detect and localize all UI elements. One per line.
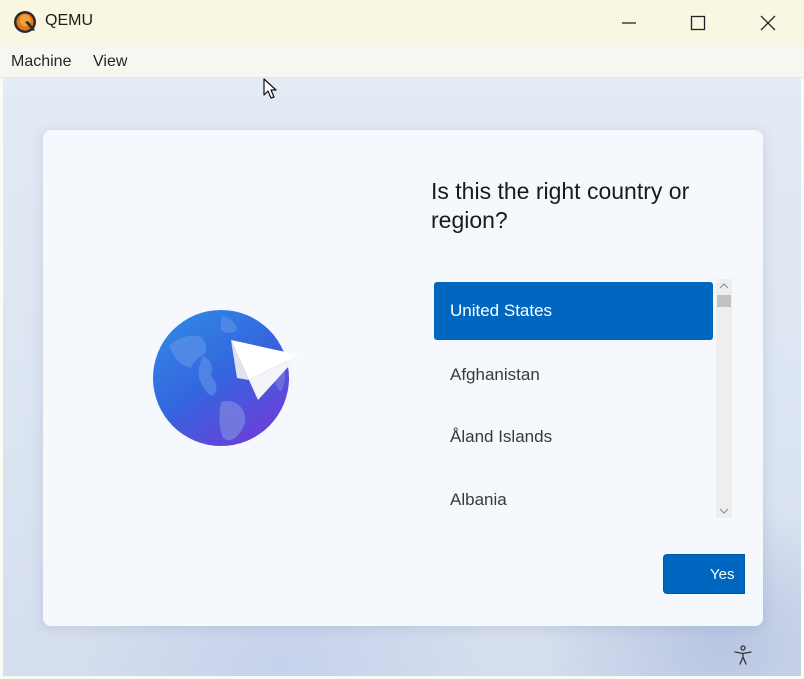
oobe-card: Is this the right country or region? Uni… (43, 130, 763, 626)
scrollbar[interactable] (716, 279, 732, 518)
qemu-logo-icon (14, 11, 36, 33)
scroll-up-button[interactable] (716, 279, 732, 293)
yes-button[interactable]: Yes (663, 554, 745, 594)
country-list[interactable]: United States Afghanistan Åland Islands … (434, 282, 713, 518)
title-bar: QEMU (0, 0, 804, 45)
mouse-cursor-icon (263, 78, 277, 99)
list-item-albania[interactable]: Albania (434, 471, 713, 518)
list-item-afghanistan[interactable]: Afghanistan (434, 346, 713, 404)
window-title: QEMU (45, 12, 93, 29)
chevron-down-icon (719, 508, 729, 514)
chevron-up-icon (719, 283, 729, 289)
maximize-button[interactable] (663, 0, 733, 45)
list-item-aland-islands[interactable]: Åland Islands (434, 408, 713, 466)
guest-display[interactable]: Is this the right country or region? Uni… (3, 78, 801, 676)
menu-machine[interactable]: Machine (11, 53, 71, 71)
menu-bar: Machine View (0, 45, 804, 78)
minimize-icon (622, 21, 636, 24)
close-button[interactable] (733, 0, 803, 45)
close-icon (760, 15, 776, 30)
globe-paper-plane-icon (153, 310, 299, 446)
minimize-button[interactable] (594, 0, 664, 45)
yes-button-label: Yes (710, 566, 735, 583)
menu-view[interactable]: View (93, 53, 127, 71)
page-title: Is this the right country or region? (431, 178, 690, 233)
list-item-united-states[interactable]: United States (434, 282, 713, 340)
accessibility-icon[interactable] (732, 644, 754, 666)
scroll-down-button[interactable] (716, 504, 732, 518)
scroll-thumb[interactable] (717, 295, 731, 307)
maximize-icon (690, 15, 706, 30)
